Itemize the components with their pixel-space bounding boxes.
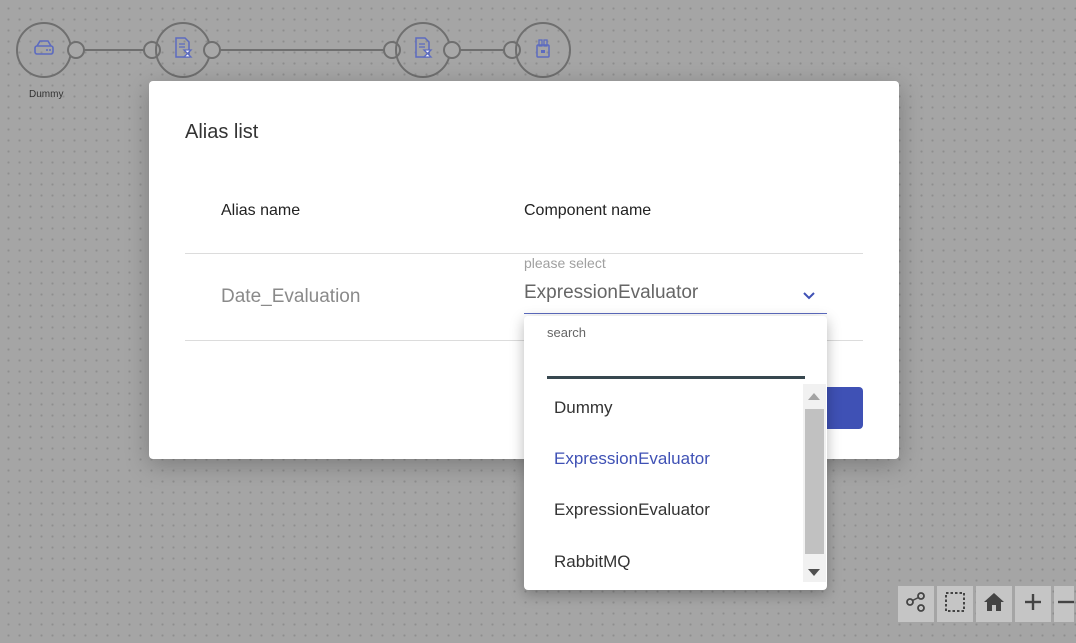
edge <box>84 49 148 51</box>
drive-icon <box>32 36 56 65</box>
canvas-toolbar <box>898 586 1074 624</box>
select-value: ExpressionEvaluator <box>524 282 699 303</box>
output-port[interactable] <box>443 41 461 59</box>
zoom-in-icon <box>1022 591 1044 618</box>
zoom-in-button[interactable] <box>1015 586 1051 622</box>
workflow-node-dummy[interactable] <box>16 22 72 78</box>
column-header-alias: Alias name <box>221 202 301 219</box>
home-icon <box>983 591 1005 618</box>
alias-cell: Date_Evaluation <box>221 286 361 307</box>
nodes-icon <box>905 591 927 618</box>
edge <box>458 49 506 51</box>
divider <box>185 253 863 254</box>
zoom-out-icon <box>1054 591 1074 618</box>
search-input[interactable] <box>547 346 805 379</box>
scroll-up-arrow-icon[interactable] <box>808 393 820 400</box>
scroll-down-arrow-icon[interactable] <box>808 569 820 576</box>
select-area-icon <box>944 591 966 618</box>
select-area-button[interactable] <box>937 586 973 622</box>
dropdown-option[interactable]: Dummy <box>524 386 803 430</box>
edge <box>218 49 388 51</box>
dropdown-option[interactable]: ExpressionEvaluator <box>524 488 803 532</box>
component-dropdown-panel: search Dummy ExpressionEvaluator Express… <box>524 316 827 590</box>
node-label: Dummy <box>29 89 64 100</box>
nodes-button[interactable] <box>898 586 934 622</box>
confirm-button[interactable] <box>824 387 863 429</box>
output-port[interactable] <box>67 41 85 59</box>
document-hourglass-icon <box>171 36 195 65</box>
select-label: please select <box>524 255 606 271</box>
dropdown-option[interactable]: RabbitMQ <box>524 540 803 584</box>
dropdown-scrollbar[interactable] <box>803 384 826 582</box>
chevron-down-icon <box>801 288 817 309</box>
document-hourglass-icon <box>411 36 435 65</box>
search-label: search <box>547 325 587 340</box>
workflow-node[interactable] <box>515 22 571 78</box>
scroll-thumb[interactable] <box>805 409 824 554</box>
home-button[interactable] <box>976 586 1012 622</box>
output-port[interactable] <box>203 41 221 59</box>
component-select[interactable]: ExpressionEvaluator <box>524 280 827 314</box>
dialog-title: Alias list <box>185 121 259 143</box>
column-header-component: Component name <box>524 202 652 219</box>
dropdown-option-selected[interactable]: ExpressionEvaluator <box>524 437 803 481</box>
plug-icon <box>531 36 555 65</box>
zoom-out-button[interactable] <box>1054 586 1074 622</box>
